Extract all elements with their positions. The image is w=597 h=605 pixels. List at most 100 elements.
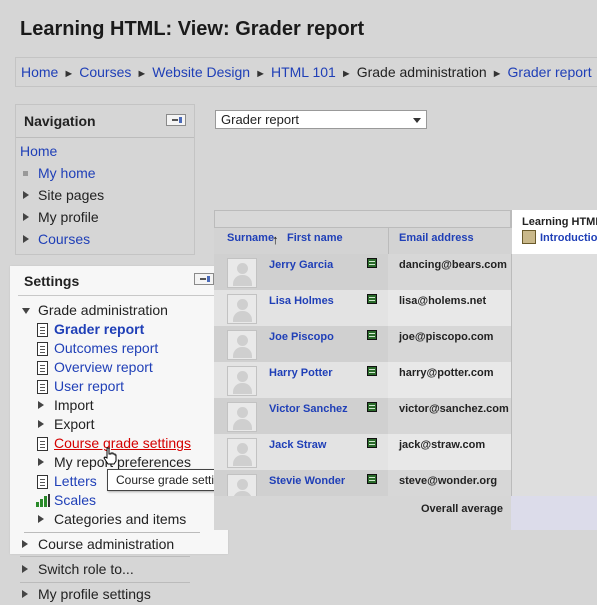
student-name-link[interactable]: Lisa Holmes [269,295,334,307]
avatar[interactable] [227,438,257,468]
avatar[interactable] [227,402,257,432]
letters-link[interactable]: Letters [54,473,97,489]
user-report-grid-icon[interactable] [367,366,377,376]
assignment-icon [522,230,536,244]
expand-icon[interactable] [38,515,44,523]
user-report-grid-icon[interactable] [367,402,377,412]
settings-item-grader-report[interactable]: Grader report [37,321,144,340]
import-label: Import [54,397,94,413]
breadcrumb-website-design[interactable]: Website Design [152,64,250,80]
switch-role-label: Switch role to... [38,561,134,577]
categories-and-items-label: Categories and items [54,511,187,527]
email-sort-link[interactable]: Email address [399,232,474,244]
settings-item-switch-role[interactable]: Switch role to... [22,561,134,580]
breadcrumb-grader-report[interactable]: Grader report [508,64,592,80]
divider [20,582,190,583]
expand-icon[interactable] [23,213,29,221]
avatar[interactable] [227,258,257,288]
breadcrumb-courses[interactable]: Courses [79,64,131,80]
table-row: Joe Piscopo joe@piscopo.com [214,326,597,362]
settings-item-overview-report[interactable]: Overview report [37,359,153,378]
avatar[interactable] [227,330,257,360]
collapse-icon[interactable] [22,308,30,314]
grade-cell[interactable] [511,362,597,398]
scales-icon [36,494,50,507]
grade-cell[interactable] [511,398,597,434]
settings-page-icon [37,437,48,451]
nav-my-home-link[interactable]: My home [38,165,96,181]
chevron-down-icon [413,118,421,123]
expand-icon[interactable] [22,565,28,573]
settings-item-course-administration[interactable]: Course administration [22,536,175,555]
surname-sort-link[interactable]: Surname [227,232,274,244]
table-row: Jack Straw jack@straw.com [214,434,597,470]
dock-block-icon[interactable] [194,273,214,285]
avatar[interactable] [227,294,257,324]
expand-icon[interactable] [22,590,28,598]
breadcrumb-home[interactable]: Home [21,64,58,80]
breadcrumb: Home ► Courses ► Website Design ► HTML 101 ► Gra… [15,57,597,87]
nav-item-courses[interactable]: Courses [23,231,194,251]
report-type-selected: Grader report [221,112,300,127]
overall-average-cell [511,496,597,530]
avatar[interactable] [227,366,257,396]
settings-item-categories-and-items[interactable]: Categories and items [38,511,187,530]
grade-cell[interactable] [511,254,597,290]
table-row: Jerry Garcia dancing@bears.com [214,254,597,290]
nav-item-site-pages[interactable]: Site pages [23,187,194,207]
nav-item-my-home[interactable]: My home [23,165,194,185]
settings-item-outcomes-report[interactable]: Outcomes report [37,340,158,359]
grade-item-link[interactable]: Introduction [540,232,597,244]
grade-cell[interactable] [511,434,597,470]
settings-item-export[interactable]: Export [38,416,95,435]
expand-icon[interactable] [23,235,29,243]
nav-item-my-profile[interactable]: My profile [23,209,194,229]
report-type-select[interactable]: Grader report [215,110,427,129]
settings-item-my-profile-settings[interactable]: My profile settings [22,586,151,605]
settings-item-import[interactable]: Import [38,397,94,416]
student-name-link[interactable]: Stevie Wonder [269,475,345,487]
student-name-link[interactable]: Jerry Garcia [269,259,333,271]
expand-icon[interactable] [38,458,44,466]
first-name-sort-link[interactable]: First name [287,232,343,244]
breadcrumb-separator: ► [63,68,75,80]
user-report-link[interactable]: User report [54,378,124,394]
expand-icon[interactable] [38,401,44,409]
user-report-grid-icon[interactable] [367,330,377,340]
outcomes-report-link[interactable]: Outcomes report [54,340,158,356]
table-row: Victor Sanchez victor@sanchez.com [214,398,597,434]
user-report-grid-icon[interactable] [367,438,377,448]
expand-icon[interactable] [23,191,29,199]
settings-item-course-grade-settings[interactable]: Course grade settings [37,435,191,454]
breadcrumb-html-101[interactable]: HTML 101 [271,64,336,80]
course-grade-settings-link[interactable]: Course grade settings [54,435,191,451]
user-report-grid-icon[interactable] [367,474,377,484]
expand-icon[interactable] [22,540,28,548]
grader-report-table: Learning HTML Introduction Surname ↑ Fir… [214,210,597,530]
my-profile-settings-label: My profile settings [38,586,151,602]
student-name-link[interactable]: Jack Straw [269,439,326,451]
scales-link[interactable]: Scales [54,492,96,508]
grade-cell[interactable] [511,326,597,362]
settings-item-user-report[interactable]: User report [37,378,124,397]
nav-my-profile-label: My profile [38,209,99,225]
nav-home-link[interactable]: Home [20,143,57,159]
course-administration-label: Course administration [38,536,175,552]
settings-item-grade-administration[interactable]: Grade administration [22,302,168,321]
settings-item-letters[interactable]: Letters [37,473,97,492]
grader-report-link[interactable]: Grader report [54,321,144,337]
report-icon [37,361,48,375]
overview-report-link[interactable]: Overview report [54,359,153,375]
expand-icon[interactable] [38,420,44,428]
student-name-link[interactable]: Harry Potter [269,367,333,379]
student-name-link[interactable]: Victor Sanchez [269,403,348,415]
grade-cell[interactable] [511,290,597,326]
user-report-grid-icon[interactable] [367,258,377,268]
settings-item-scales[interactable]: Scales [36,492,96,511]
nav-item-home[interactable]: Home [20,143,194,163]
dock-block-icon[interactable] [166,114,186,126]
nav-courses-link[interactable]: Courses [38,231,90,247]
user-report-grid-icon[interactable] [367,294,377,304]
export-label: Export [54,416,95,432]
student-name-link[interactable]: Joe Piscopo [269,331,334,343]
